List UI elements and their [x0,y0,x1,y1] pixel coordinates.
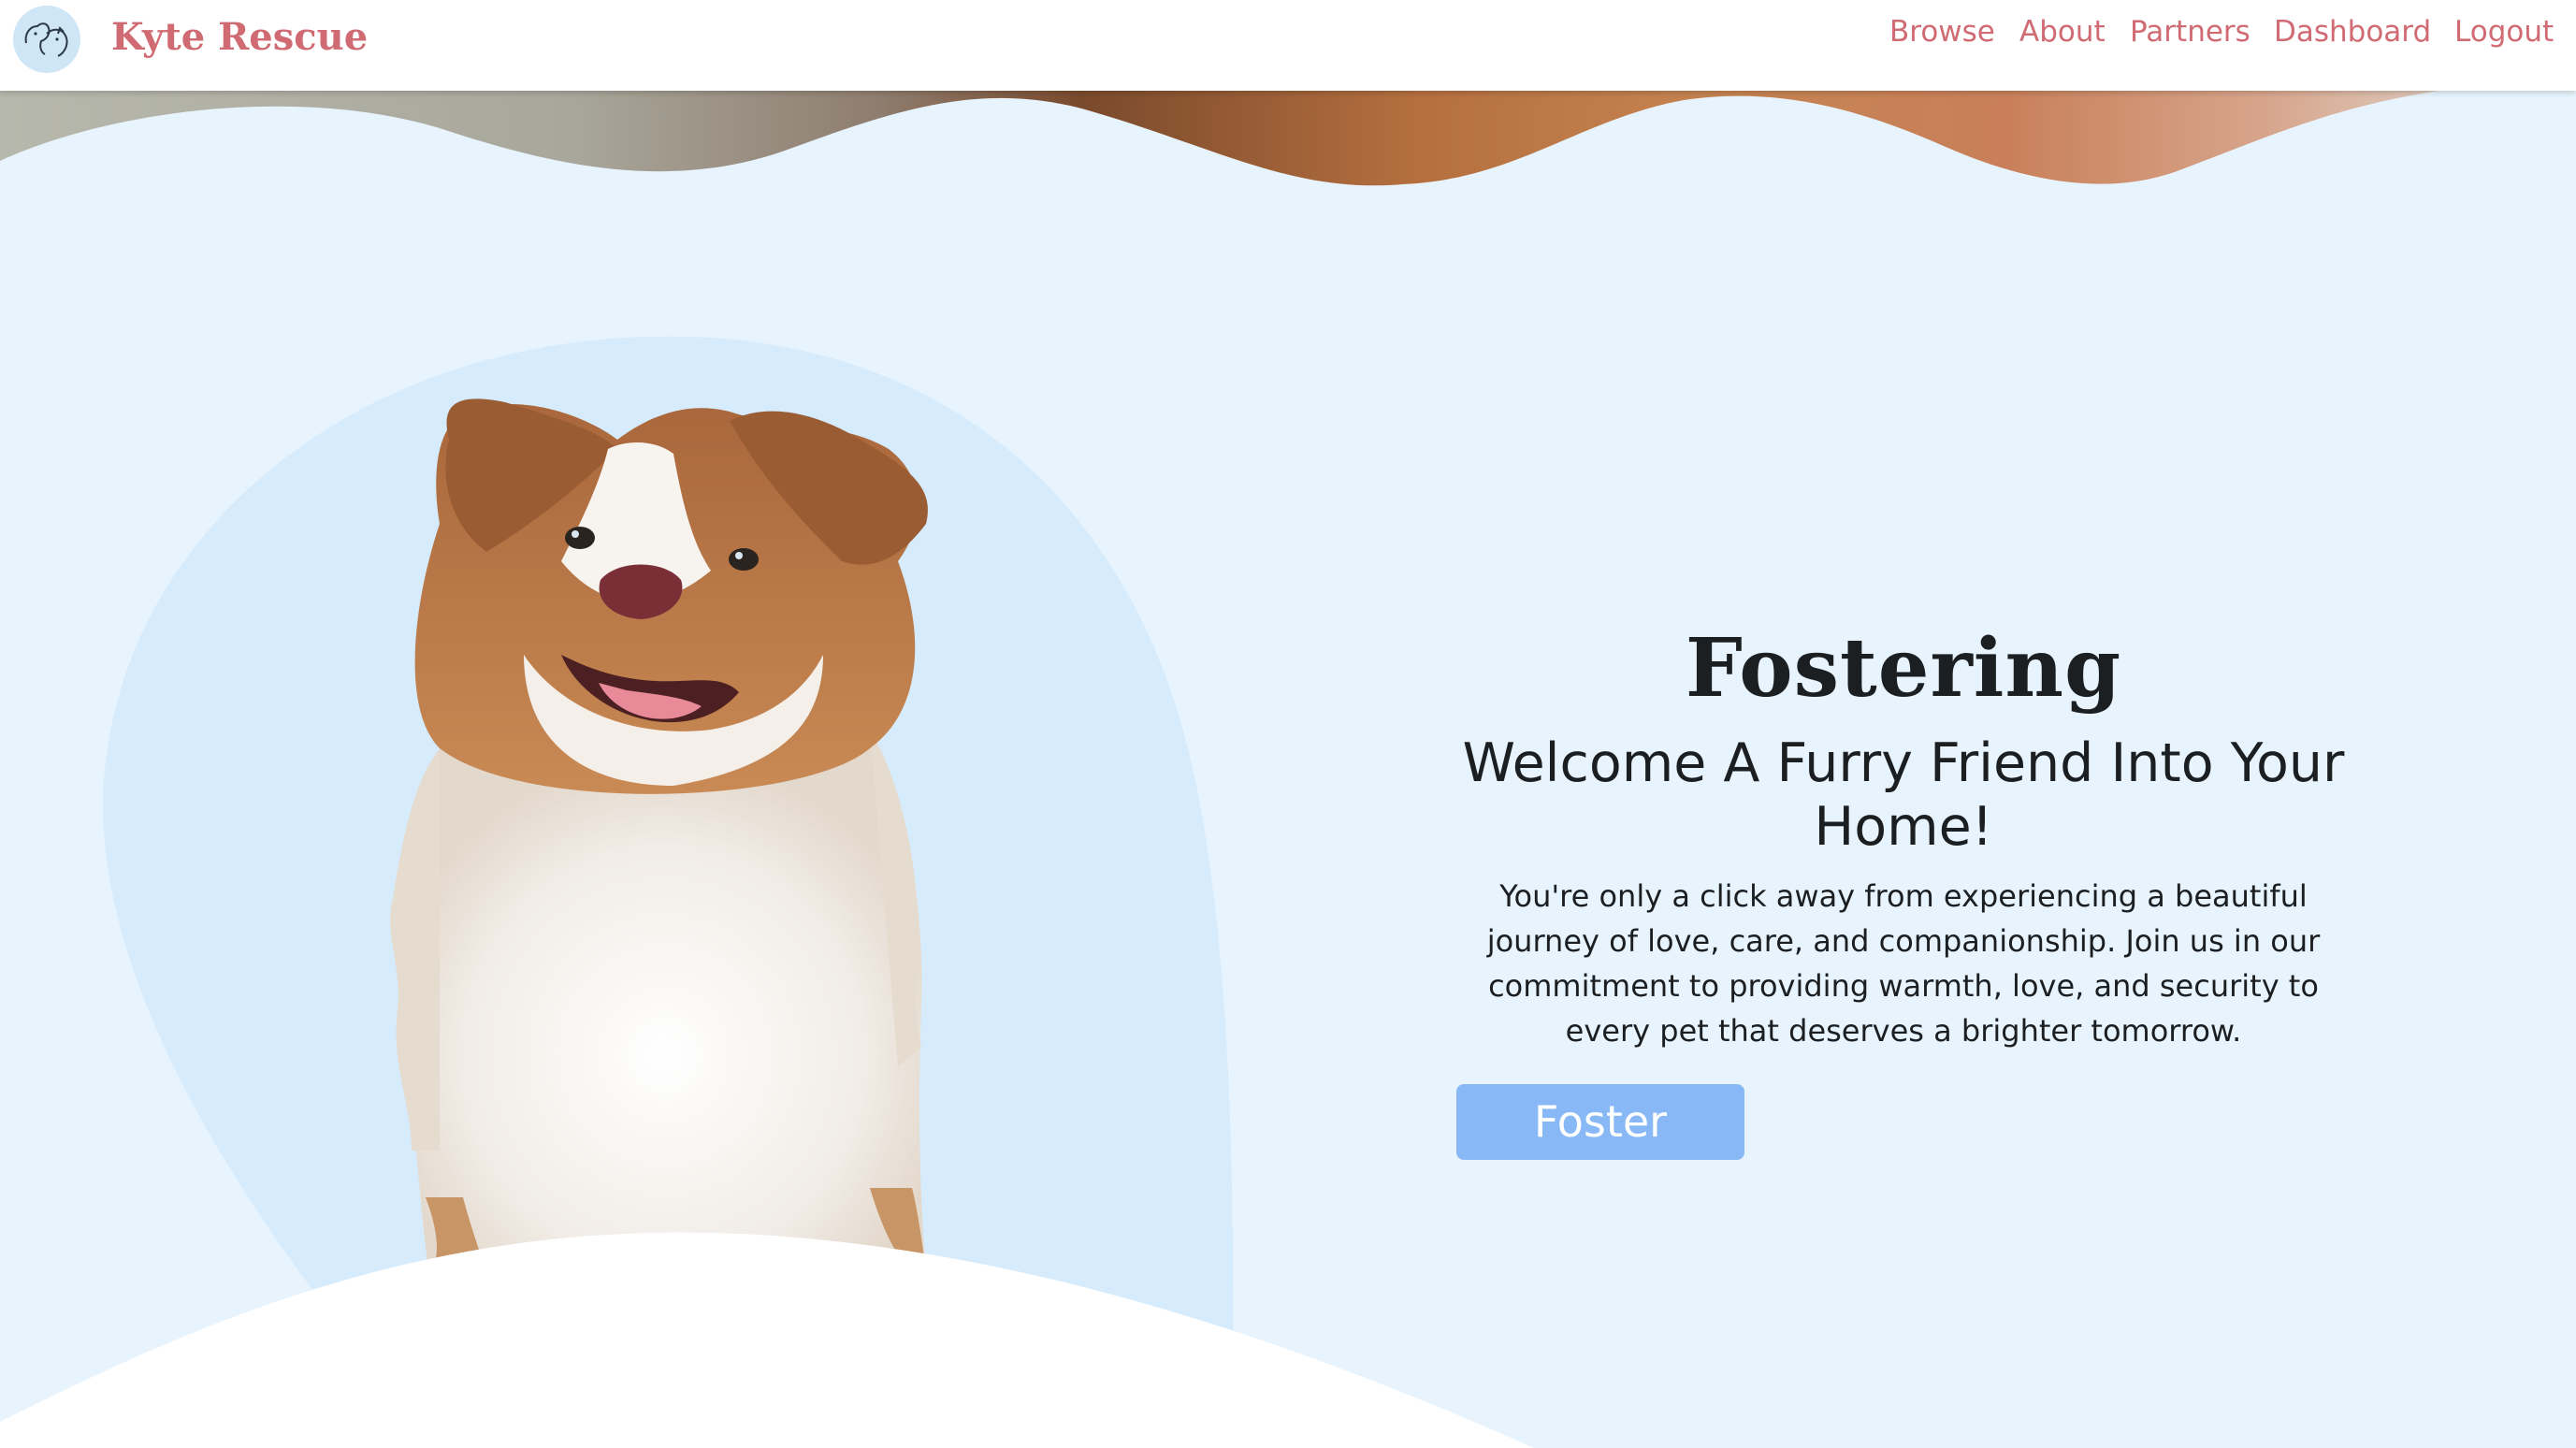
hero-subtitle: Welcome A Furry Friend Into Your Home! [1462,732,2345,858]
nav-partners-link[interactable]: Partners [2130,13,2250,51]
page-title: Fostering [1685,621,2122,716]
top-navbar: Kyte Rescue Browse About Partners Dashbo… [0,0,2576,91]
nav-browse-link[interactable]: Browse [1889,13,1995,51]
nav-about-link[interactable]: About [2019,13,2106,51]
dog-cat-logo-icon[interactable] [13,6,80,73]
bottom-wave [0,1232,1534,1448]
hero-description: You're only a click away from experienci… [1486,878,2321,1049]
brand-name[interactable]: Kyte Rescue [111,11,368,64]
nav-dashboard-link[interactable]: Dashboard [2274,13,2431,51]
fostering-page: Kyte Rescue Browse About Partners Dashbo… [0,0,2576,1448]
foster-button[interactable]: Foster [1456,1084,1744,1160]
nav-logout-link[interactable]: Logout [2454,13,2554,51]
hero-illustration [0,336,1534,1448]
dog-photo [390,398,928,1272]
